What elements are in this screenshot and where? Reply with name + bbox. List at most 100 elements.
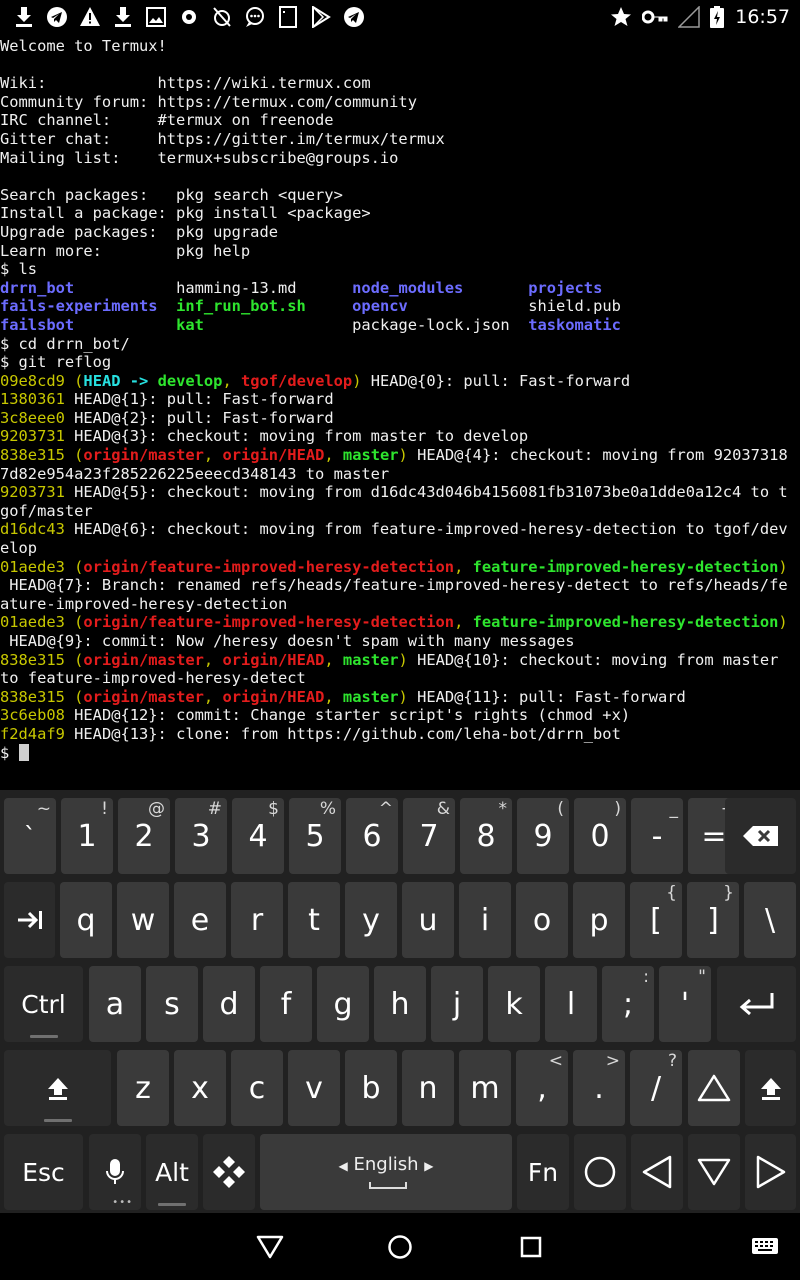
terminal-text: 838e315 — [0, 650, 65, 669]
key-i[interactable]: i — [459, 882, 511, 958]
language-name: English — [353, 1154, 419, 1175]
esc-key[interactable]: Esc — [4, 1134, 83, 1210]
terminal-text: , — [203, 687, 223, 706]
key-period[interactable]: . > — [573, 1050, 625, 1126]
key-s[interactable]: s — [146, 966, 198, 1042]
back-button[interactable] — [254, 1231, 286, 1263]
terminal-text: origin/feature-improved-heresy-detection — [83, 613, 455, 632]
terminal-text: HEAD -> — [83, 371, 158, 390]
key-x[interactable]: x — [174, 1050, 226, 1126]
key-7-number-row[interactable]: 7 & — [403, 798, 455, 874]
terminal-text: Search packages: pkg search <query> — [0, 185, 343, 204]
enter-key[interactable] — [717, 966, 796, 1042]
terminal-line: Learn more: pkg help — [0, 242, 800, 261]
key-9-number-row[interactable]: 9( — [517, 798, 569, 874]
left-shift-key[interactable] — [4, 1050, 111, 1126]
terminal-text: f2d4af9 — [0, 724, 65, 743]
fn-key[interactable]: Fn — [517, 1134, 569, 1210]
key-comma[interactable]: , < — [516, 1050, 568, 1126]
prompt-line[interactable]: $ — [0, 743, 800, 763]
tab-icon — [17, 911, 42, 929]
key-11-number-row[interactable]: - _ — [631, 798, 683, 874]
key-hint: _ — [669, 799, 679, 819]
ctrl-key[interactable]: Ctrl — [4, 966, 83, 1042]
terminal-text: 9203731 — [0, 427, 65, 446]
key-label: f — [280, 986, 292, 1022]
key-d[interactable]: d — [203, 966, 255, 1042]
key-slash[interactable]: /? — [630, 1050, 682, 1126]
terminal-line: 9203731 HEAD@{5}: checkout: moving from … — [0, 483, 800, 502]
key-hint: % — [319, 799, 336, 819]
key-n[interactable]: n — [402, 1050, 454, 1126]
terminal-output[interactable]: Welcome to Termux! Wiki: https://wiki.ter… — [0, 37, 800, 789]
arrow-left-key[interactable] — [631, 1134, 683, 1210]
terminal-text: 9203731 — [0, 483, 65, 502]
key-t[interactable]: t — [288, 882, 340, 958]
key-v[interactable]: v — [288, 1050, 340, 1126]
key-c[interactable]: c — [231, 1050, 283, 1126]
key-g[interactable]: g — [317, 966, 369, 1042]
key-h[interactable]: h — [374, 966, 426, 1042]
key-6-number-row[interactable]: 6 ^ — [346, 798, 398, 874]
key-p[interactable]: p — [573, 882, 625, 958]
key-4-number-row[interactable]: 4 $ — [232, 798, 284, 874]
settings-icon — [177, 5, 201, 29]
key-z[interactable]: z — [117, 1050, 169, 1126]
terminal-text: HEAD@{0}: pull: Fast-forward — [361, 371, 631, 390]
key-\[interactable]: \ — [744, 882, 796, 958]
terminal-text: IRC channel: #termux on freenode — [0, 111, 334, 130]
arrow-down-key[interactable] — [688, 1134, 740, 1210]
key-8-number-row[interactable]: 8 * — [460, 798, 512, 874]
space-key[interactable]: ◀ English ▶ — [260, 1134, 512, 1210]
key-k[interactable]: k — [488, 966, 540, 1042]
terminal-line: 9203731 HEAD@{3}: checkout: moving from … — [0, 427, 800, 446]
recents-button[interactable] — [515, 1231, 547, 1263]
terminal-text: to feature-improved-heresy-detect — [0, 669, 306, 688]
key-3-number-row[interactable]: 3 # — [175, 798, 227, 874]
key-j[interactable]: j — [431, 966, 483, 1042]
terminal-text: Community forum: https://termux.com/comm… — [0, 92, 417, 111]
arrow-up-key[interactable] — [688, 1050, 740, 1126]
terminal-text: HEAD@{10}: checkout: moving from master — [407, 650, 779, 669]
key-b[interactable]: b — [345, 1050, 397, 1126]
key-2-number-row[interactable]: 2 @ — [118, 798, 170, 874]
key-10-number-row[interactable]: 0) — [574, 798, 626, 874]
key-u[interactable]: u — [402, 882, 454, 958]
home-key[interactable] — [574, 1134, 626, 1210]
key-][interactable]: ]} — [687, 882, 739, 958]
alt-key[interactable]: Alt — [146, 1134, 198, 1210]
no-alarm-icon — [210, 5, 234, 29]
key-y[interactable]: y — [345, 882, 397, 958]
key-0-number-row[interactable]: ` ~ — [4, 798, 56, 874]
terminal-text: taskomatic — [528, 315, 621, 334]
terminal-line: 3c6eb08 HEAD@{12}: commit: Change starte… — [0, 706, 800, 725]
key-a[interactable]: a — [89, 966, 141, 1042]
tab-key[interactable] — [4, 882, 55, 958]
key-[[interactable]: [{ — [630, 882, 682, 958]
right-shift-key[interactable] — [745, 1050, 796, 1126]
terminal-text: projects — [528, 278, 603, 297]
dpad-key[interactable] — [203, 1134, 255, 1210]
key-m[interactable]: m — [459, 1050, 511, 1126]
key-hint: ~ — [36, 799, 51, 819]
key-l[interactable]: l — [545, 966, 597, 1042]
arrow-right-key[interactable] — [745, 1134, 796, 1210]
keyboard-switch-button[interactable] — [749, 1231, 781, 1263]
backspace-key[interactable] — [725, 798, 796, 874]
key-q[interactable]: q — [60, 882, 112, 958]
key-w[interactable]: w — [117, 882, 169, 958]
key-e[interactable]: e — [174, 882, 226, 958]
key-'[interactable]: ' " — [659, 966, 711, 1042]
key-r[interactable]: r — [231, 882, 283, 958]
terminal-line: 1380361 HEAD@{1}: pull: Fast-forward — [0, 390, 800, 409]
key-o[interactable]: o — [516, 882, 568, 958]
key-f[interactable]: f — [260, 966, 312, 1042]
terminal-text: feature-improved-heresy-detection — [472, 613, 779, 632]
key-1-number-row[interactable]: 1! — [61, 798, 113, 874]
voice-input-key[interactable]: ••• — [89, 1134, 141, 1210]
key-5-number-row[interactable]: 5% — [289, 798, 341, 874]
home-button[interactable] — [384, 1231, 416, 1263]
key-;[interactable]: ;: — [602, 966, 654, 1042]
navigation-bar — [0, 1213, 800, 1280]
